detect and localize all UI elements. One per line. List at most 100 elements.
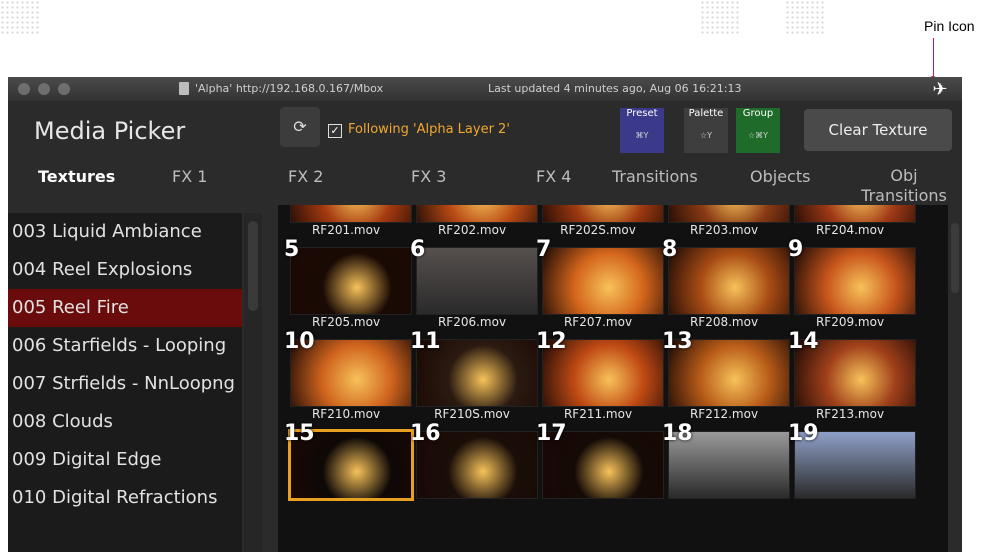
media-thumbnail — [542, 205, 664, 223]
texture-folder-list: 003 Liquid Ambiance 004 Reel Explosions 00… — [8, 213, 242, 552]
follow-label: Following 'Alpha Layer 2' — [348, 122, 510, 137]
tile-filename: RF202S.mov — [560, 223, 636, 237]
tile-number: 19 — [788, 421, 819, 446]
tile-filename: RF209.mov — [815, 315, 885, 329]
tile-filename: RF213.mov — [815, 407, 885, 421]
media-tile[interactable]: 6 RF206.mov — [408, 237, 538, 331]
media-tile[interactable]: 5 RF205.mov — [282, 237, 412, 331]
sidebar-item[interactable]: 005 Reel Fire — [8, 289, 242, 327]
tab-fx-3[interactable]: FX 3 — [411, 167, 446, 186]
tile-number: 17 — [536, 421, 567, 446]
media-thumbnail — [668, 247, 790, 315]
tile-number: 15 — [284, 421, 315, 446]
preset-mode-button[interactable]: Preset ⌘Y — [620, 108, 664, 153]
decorative-dots — [700, 0, 740, 36]
tile-number: 11 — [410, 329, 441, 354]
scrollbar-thumb[interactable] — [951, 223, 959, 293]
sidebar-item[interactable]: 009 Digital Edge — [8, 441, 242, 479]
tab-fx-4[interactable]: FX 4 — [536, 167, 571, 186]
tile-number: 14 — [788, 329, 819, 354]
follow-layer-toggle[interactable]: ✓ Following 'Alpha Layer 2' — [328, 122, 510, 138]
media-tile[interactable]: RF202S.mov — [534, 205, 664, 239]
tab-objects[interactable]: Objects — [750, 167, 810, 186]
sidebar-item[interactable]: 010 Digital Refractions — [8, 479, 242, 517]
sidebar-item[interactable]: 007 Strfields - NnLoopng — [8, 365, 242, 403]
media-tile[interactable]: 19 — [786, 421, 916, 515]
folder-list-scrollbar[interactable] — [244, 213, 262, 552]
refresh-button[interactable]: ⟳ — [280, 107, 320, 147]
media-tile[interactable]: 10 RF210.mov — [282, 329, 412, 423]
media-tile[interactable]: RF203.mov — [660, 205, 790, 239]
media-thumbnail — [794, 205, 916, 223]
media-picker-window: 'Alpha' http://192.168.0.167/Mbox Last u… — [8, 77, 962, 552]
tile-filename: RF210S.mov — [434, 407, 510, 421]
media-tile[interactable]: 15 — [282, 421, 414, 515]
tile-filename: RF211.mov — [563, 407, 633, 421]
media-thumbnail — [290, 247, 412, 315]
tile-number: 7 — [536, 237, 552, 262]
sidebar-item[interactable]: 006 Starfields - Looping — [8, 327, 242, 365]
media-tile[interactable]: 8 RF208.mov — [660, 237, 790, 331]
media-tile[interactable]: RF201.mov — [282, 205, 412, 239]
tile-number: 8 — [662, 237, 678, 262]
tab-transitions[interactable]: Transitions — [612, 167, 698, 186]
tile-filename: RF203.mov — [689, 223, 759, 237]
media-tile[interactable]: 17 — [534, 421, 664, 515]
close-window-button[interactable] — [18, 83, 30, 95]
media-tile[interactable]: 13 RF212.mov — [660, 329, 790, 423]
document-icon — [179, 82, 189, 95]
tile-number: 16 — [410, 421, 441, 446]
media-tile[interactable]: 16 — [408, 421, 538, 515]
tile-number: 5 — [284, 237, 300, 262]
tile-number: 9 — [788, 237, 804, 262]
scrollbar-thumb[interactable] — [248, 221, 258, 311]
tile-filename: RF212.mov — [689, 407, 759, 421]
tile-number: 10 — [284, 329, 315, 354]
media-thumbnail — [416, 247, 538, 315]
decorative-dots — [785, 0, 825, 36]
sidebar-item[interactable]: 008 Clouds — [8, 403, 242, 441]
tile-filename: RF206.mov — [437, 315, 507, 329]
tab-textures[interactable]: Textures — [38, 167, 115, 186]
media-thumbnail — [542, 247, 664, 315]
palette-mode-button[interactable]: Palette ☆Y — [684, 108, 728, 153]
tile-number: 13 — [662, 329, 693, 354]
media-tile[interactable]: RF204.mov — [786, 205, 916, 239]
media-thumbnail-grid: RF201.mov RF202.mov RF202S.mov RF203.mov RF2… — [278, 205, 948, 552]
media-tile[interactable]: 7 RF207.mov — [534, 237, 664, 331]
media-tile[interactable]: 14 RF213.mov — [786, 329, 916, 423]
zoom-window-button[interactable] — [58, 83, 70, 95]
tile-number: 6 — [410, 237, 426, 262]
media-tile[interactable]: 9 RF209.mov — [786, 237, 916, 331]
tab-fx-1[interactable]: FX 1 — [172, 167, 207, 186]
tile-filename: RF204.mov — [815, 223, 885, 237]
connection-url: 'Alpha' http://192.168.0.167/Mbox — [195, 82, 384, 95]
media-tile[interactable]: 12 RF211.mov — [534, 329, 664, 423]
tile-filename: RF205.mov — [311, 315, 381, 329]
tab-fx-2[interactable]: FX 2 — [288, 167, 323, 186]
sidebar-item[interactable]: 003 Liquid Ambiance — [8, 213, 242, 251]
tile-number: 18 — [662, 421, 693, 446]
follow-checkbox[interactable]: ✓ — [328, 124, 342, 138]
media-thumbnail — [668, 205, 790, 223]
tile-filename: RF207.mov — [563, 315, 633, 329]
pin-icon-annotation-label: Pin Icon — [924, 18, 975, 34]
tab-obj-transitions[interactable]: Obj Transitions — [854, 166, 954, 206]
tile-filename: RF210.mov — [311, 407, 381, 421]
annotation-leader-line — [933, 38, 934, 78]
sidebar-item[interactable]: 004 Reel Explosions — [8, 251, 242, 289]
grid-scrollbar[interactable] — [948, 205, 962, 552]
pin-icon[interactable]: ✈ — [926, 79, 954, 101]
last-updated-text: Last updated 4 minutes ago, Aug 06 16:21… — [488, 82, 742, 95]
decorative-dots — [0, 0, 40, 36]
app-title: Media Picker — [34, 117, 186, 145]
tile-filename: RF208.mov — [689, 315, 759, 329]
group-mode-button[interactable]: Group ☆⌘Y — [736, 108, 780, 153]
clear-texture-button[interactable]: Clear Texture — [804, 109, 952, 151]
media-thumbnail — [416, 205, 538, 223]
title-bar: 'Alpha' http://192.168.0.167/Mbox Last u… — [8, 77, 962, 101]
minimize-window-button[interactable] — [38, 83, 50, 95]
media-tile[interactable]: 18 — [660, 421, 790, 515]
media-tile[interactable]: RF202.mov — [408, 205, 538, 239]
media-tile[interactable]: 11 RF210S.mov — [408, 329, 538, 423]
